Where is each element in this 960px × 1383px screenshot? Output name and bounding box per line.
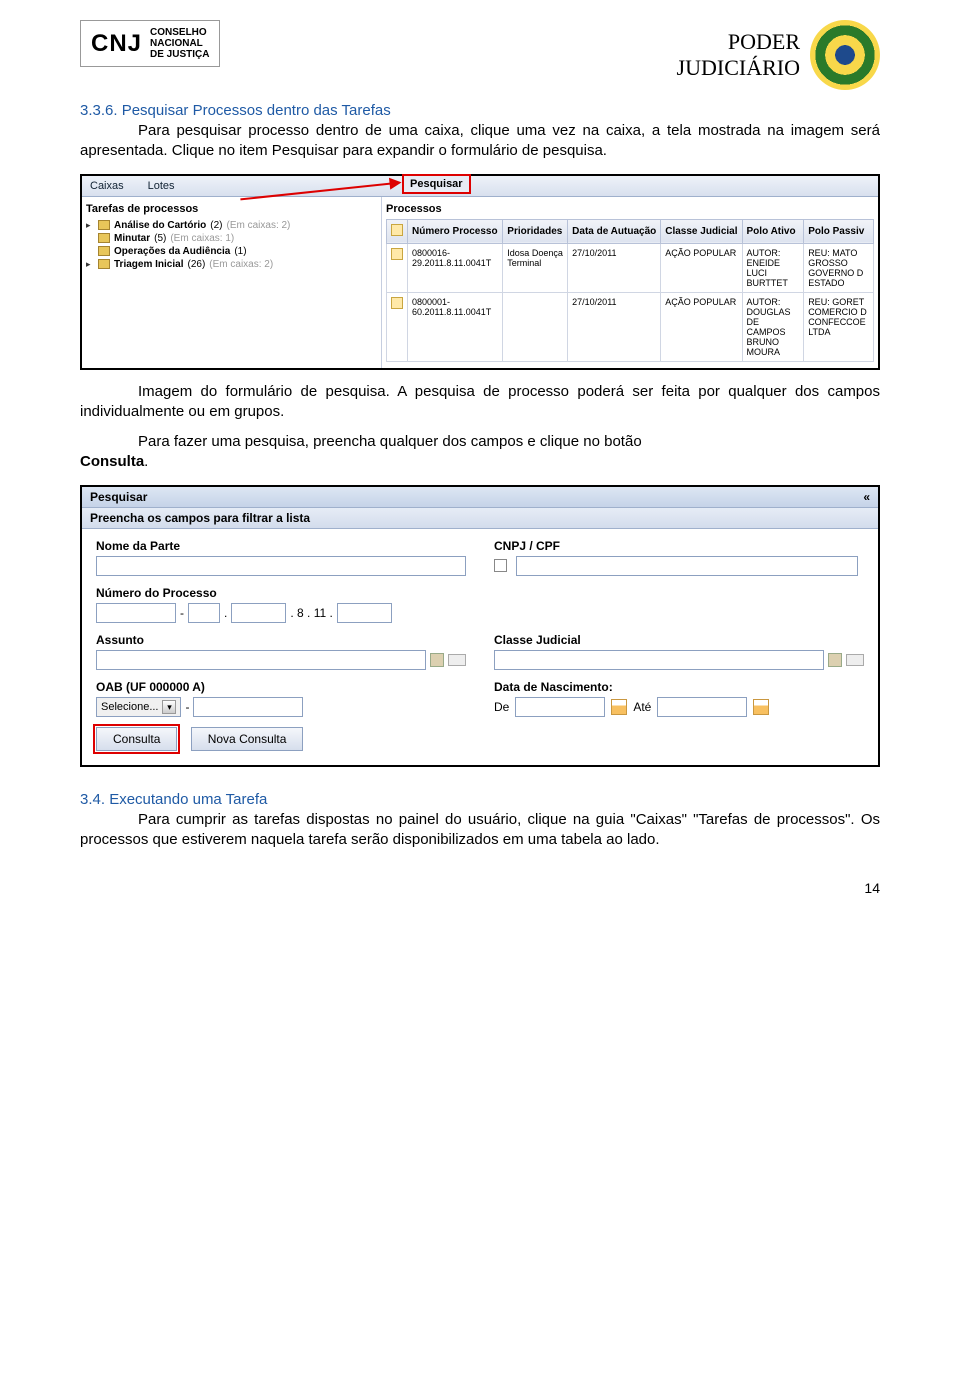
page-number: 14: [80, 880, 880, 896]
tree-picker-icon[interactable]: [430, 653, 444, 667]
label-oab: OAB (UF 000000 A): [96, 680, 466, 694]
label-numero-processo: Número do Processo: [96, 586, 466, 600]
section1-para3: Para fazer uma pesquisa, preencha qualqu…: [80, 432, 880, 473]
eraser-icon[interactable]: [448, 654, 466, 666]
page-header: CNJ CONSELHO NACIONAL DE JUSTIÇA PODER J…: [80, 20, 880, 90]
nome-parte-input[interactable]: [96, 556, 466, 576]
tree-picker-icon[interactable]: [828, 653, 842, 667]
tree-row[interactable]: ▸ Análise do Cartório (2) (Em caixas: 2): [86, 219, 377, 232]
assunto-input[interactable]: [96, 650, 426, 670]
folder-icon: [98, 220, 110, 230]
chevron-down-icon: ▾: [162, 700, 176, 714]
cnj-logo-text: CNJ: [91, 30, 142, 58]
screenshot-processos: Caixas Lotes Pesquisar Tarefas de proces…: [80, 174, 880, 370]
cnj-logo-box: CNJ CONSELHO NACIONAL DE JUSTIÇA: [80, 20, 220, 67]
folder-icon: [98, 246, 110, 256]
processos-header: Processos: [386, 203, 874, 215]
oab-uf-select[interactable]: Selecione... ▾: [96, 697, 181, 717]
brazil-emblem-icon: [810, 20, 880, 90]
header-title: PODER JUDICIÁRIO: [677, 29, 800, 82]
processos-panel: Processos Número Processo Prioridades Da…: [382, 197, 878, 368]
document-icon[interactable]: [391, 297, 403, 309]
expand-icon[interactable]: ▸: [86, 220, 94, 231]
section1-para1: Para pesquisar processo dentro de uma ca…: [80, 121, 880, 162]
section-336: 3.3.6. Pesquisar Processos dentro das Ta…: [80, 102, 880, 119]
label-classe-judicial: Classe Judicial: [494, 633, 864, 647]
label-data-nascimento: Data de Nascimento:: [494, 680, 864, 694]
col-data[interactable]: Data de Autuação: [568, 219, 661, 243]
classe-judicial-input[interactable]: [494, 650, 824, 670]
proc-num-seg4[interactable]: [337, 603, 392, 623]
proc-num-seg2[interactable]: [188, 603, 220, 623]
calendar-icon[interactable]: [611, 699, 627, 715]
tree-row[interactable]: ▸ Triagem Inicial (26) (Em caixas: 2): [86, 258, 377, 271]
folder-icon: [98, 259, 110, 269]
label-de: De: [494, 700, 509, 714]
header-right: PODER JUDICIÁRIO: [677, 20, 880, 90]
tarefas-tree-panel: Tarefas de processos ▸ Análise do Cartór…: [82, 197, 382, 368]
label-ate: Até: [633, 700, 651, 714]
oab-number-input[interactable]: [193, 697, 303, 717]
proc-num-seg1[interactable]: [96, 603, 176, 623]
label-nome-parte: Nome da Parte: [96, 539, 466, 553]
collapse-icon[interactable]: «: [863, 490, 870, 504]
col-numero[interactable]: Número Processo: [408, 219, 503, 243]
tree-row[interactable]: Operações da Audiência (1): [86, 245, 377, 258]
tab-caixas[interactable]: Caixas: [90, 180, 124, 192]
folder-icon: [98, 233, 110, 243]
processos-table: Número Processo Prioridades Data de Autu…: [386, 219, 874, 362]
tree-row[interactable]: Minutar (5) (Em caixas: 1): [86, 232, 377, 245]
section-34: 3.4. Executando uma Tarefa: [80, 791, 880, 808]
cnj-logo-subtitle: CONSELHO NACIONAL DE JUSTIÇA: [150, 27, 209, 60]
date-to-input[interactable]: [657, 697, 747, 717]
numero-processo-group: - . . 8 . 11 .: [96, 603, 466, 623]
section2-para: Para cumprir as tarefas dispostas no pai…: [80, 810, 880, 851]
table-row[interactable]: 0800016-29.2011.8.11.0041T Idosa Doença …: [387, 243, 874, 292]
tab-lotes[interactable]: Lotes: [148, 180, 175, 192]
document-icon: [391, 224, 403, 236]
col-polo-passivo[interactable]: Polo Passiv: [804, 219, 874, 243]
section1-para2: Imagem do formulário de pesquisa. A pesq…: [80, 382, 880, 423]
tree-header: Tarefas de processos: [86, 203, 377, 215]
label-assunto: Assunto: [96, 633, 466, 647]
col-polo-ativo[interactable]: Polo Ativo: [742, 219, 804, 243]
cnpj-checkbox[interactable]: [494, 559, 507, 572]
date-from-input[interactable]: [515, 697, 605, 717]
consulta-button[interactable]: Consulta: [96, 727, 177, 751]
document-icon[interactable]: [391, 248, 403, 260]
col-classe[interactable]: Classe Judicial: [661, 219, 742, 243]
screenshot-pesquisar-form: Pesquisar « Preencha os campos para filt…: [80, 485, 880, 767]
expand-icon[interactable]: ▸: [86, 259, 94, 270]
table-row[interactable]: 0800001-60.2011.8.11.0041T 27/10/2011 AÇ…: [387, 292, 874, 361]
label-cnpj-cpf: CNPJ / CPF: [494, 539, 864, 553]
pesquisar-panel-header[interactable]: Pesquisar «: [82, 487, 878, 508]
col-icon: [387, 219, 408, 243]
nova-consulta-button[interactable]: Nova Consulta: [191, 727, 304, 751]
eraser-icon[interactable]: [846, 654, 864, 666]
filter-subheader: Preencha os campos para filtrar a lista: [82, 508, 878, 529]
tab-bar: Caixas Lotes Pesquisar: [82, 176, 878, 197]
cnpj-cpf-input[interactable]: [516, 556, 858, 576]
tab-pesquisar-highlighted[interactable]: Pesquisar: [402, 174, 471, 194]
calendar-icon[interactable]: [753, 699, 769, 715]
proc-num-seg3[interactable]: [231, 603, 286, 623]
col-prioridades[interactable]: Prioridades: [503, 219, 568, 243]
